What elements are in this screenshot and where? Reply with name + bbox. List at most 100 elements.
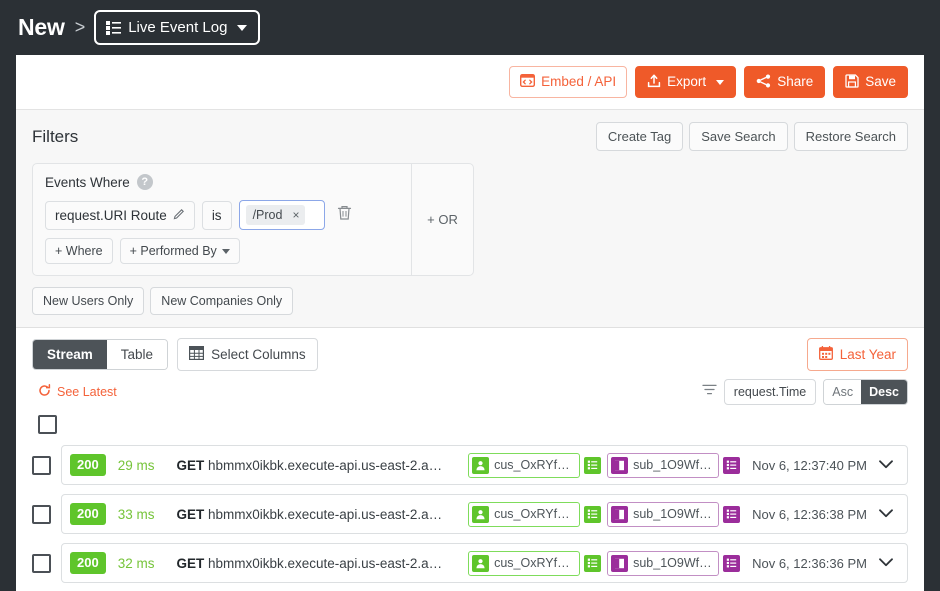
person-icon	[472, 505, 490, 523]
sort-field-select[interactable]: request.Time	[723, 379, 817, 405]
trash-icon[interactable]	[337, 205, 352, 226]
date-range-label: Last Year	[839, 347, 896, 362]
subscription-detail-icon[interactable]	[723, 554, 741, 572]
filters-header: Filters Create Tag Save Search Restore S…	[32, 122, 908, 151]
add-or-group-button[interactable]: + OR	[411, 164, 473, 275]
event-timestamp: Nov 6, 12:36:38 PM	[752, 506, 867, 522]
user-badge-group[interactable]: cus_OxRYfgS…	[468, 550, 602, 576]
sort-filter-icon[interactable]	[702, 383, 717, 401]
user-detail-icon[interactable]	[584, 456, 602, 474]
sort-asc-button[interactable]: Asc	[824, 380, 862, 404]
filter-field-select[interactable]: request.URI Route	[45, 200, 195, 230]
url-text: hbmmx0ikbk.execute-api.us-east-2.a…	[208, 457, 443, 473]
sort-controls: request.Time Asc Desc	[702, 379, 908, 405]
close-icon[interactable]: ×	[292, 208, 299, 222]
subscription-badge-group[interactable]: sub_1O9Wf0…	[607, 452, 741, 478]
stream-toolbar-top: Stream Table Select Columns Last Year	[32, 338, 908, 371]
user-badge-group[interactable]: cus_OxRYfgS…	[468, 501, 602, 527]
create-tag-button[interactable]: Create Tag	[595, 122, 684, 151]
page-split-icon	[611, 554, 629, 572]
latency-value: 33 ms	[117, 506, 155, 522]
table-row: 200 33 ms GET hbmmx0ikbk.execute-api.us-…	[32, 494, 908, 534]
filter-operator-select[interactable]: is	[201, 200, 232, 230]
chevron-down-icon[interactable]	[867, 456, 901, 474]
breadcrumb-separator: >	[74, 17, 86, 37]
select-columns-label: Select Columns	[211, 347, 306, 362]
subscription-badge-group[interactable]: sub_1O9Wf0…	[607, 501, 741, 527]
user-detail-icon[interactable]	[584, 554, 602, 572]
page-split-icon	[611, 456, 629, 474]
action-toolbar: Embed / API Export Share Save	[16, 55, 924, 109]
date-range-button[interactable]: Last Year	[806, 338, 908, 371]
upload-box-icon	[647, 74, 661, 91]
event-rows-container: 200 29 ms GET hbmmx0ikbk.execute-api.us-…	[32, 445, 908, 591]
subscription-detail-icon[interactable]	[723, 505, 741, 523]
filters-header-buttons: Create Tag Save Search Restore Search	[595, 122, 908, 151]
stream-toolbar-second: See Latest request.Time Asc Desc	[32, 379, 908, 405]
table-row: 200 32 ms GET hbmmx0ikbk.execute-api.us-…	[32, 543, 908, 583]
restore-search-button[interactable]: Restore Search	[793, 122, 908, 151]
user-id-pill[interactable]: cus_OxRYfgS…	[468, 550, 581, 576]
question-mark-icon[interactable]: ?	[136, 174, 153, 190]
event-card[interactable]: 200 32 ms GET hbmmx0ikbk.execute-api.us-…	[61, 543, 908, 583]
embed-api-button[interactable]: Embed / API	[509, 66, 628, 98]
user-detail-icon[interactable]	[584, 505, 602, 523]
event-card[interactable]: 200 29 ms GET hbmmx0ikbk.execute-api.us-…	[61, 445, 908, 485]
user-id-text: cus_OxRYfgS…	[494, 507, 573, 521]
events-where-box: Events Where ? request.URI Route is /Pro…	[32, 163, 474, 276]
filters-title: Filters	[32, 126, 79, 146]
save-search-button[interactable]: Save Search	[689, 122, 788, 151]
latency-value: 29 ms	[117, 457, 155, 473]
list-detail-icon	[106, 20, 122, 35]
see-latest-button[interactable]: See Latest	[38, 384, 117, 400]
share-button[interactable]: Share	[744, 65, 826, 99]
save-button[interactable]: Save	[833, 65, 908, 99]
request-url: GET hbmmx0ikbk.execute-api.us-east-2.a…	[176, 458, 462, 473]
table-row: 200 29 ms GET hbmmx0ikbk.execute-api.us-…	[32, 445, 908, 485]
share-nodes-icon	[756, 74, 771, 91]
row-select-checkbox[interactable]	[32, 553, 51, 573]
pencil-icon[interactable]	[173, 208, 185, 223]
export-button[interactable]: Export	[635, 65, 737, 99]
status-badge: 200	[70, 551, 106, 575]
new-users-only-toggle[interactable]: New Users Only	[32, 287, 145, 315]
select-all-checkbox[interactable]	[38, 415, 57, 434]
chevron-down-icon[interactable]	[867, 554, 901, 572]
user-badge-group[interactable]: cus_OxRYfgS…	[468, 452, 602, 478]
tab-stream[interactable]: Stream	[33, 340, 107, 369]
subscription-id-pill[interactable]: sub_1O9Wf0…	[607, 501, 720, 527]
subscription-badge-group[interactable]: sub_1O9Wf0…	[607, 550, 741, 576]
subscription-id-pill[interactable]: sub_1O9Wf0…	[607, 550, 720, 576]
event-timestamp: Nov 6, 12:37:40 PM	[752, 457, 867, 473]
embed-api-label: Embed / API	[541, 74, 617, 90]
chevron-down-icon	[716, 79, 725, 85]
subscription-id-pill[interactable]: sub_1O9Wf0…	[607, 452, 720, 478]
filter-field-label: request.URI Route	[55, 207, 167, 223]
row-select-checkbox[interactable]	[32, 504, 51, 524]
url-text: hbmmx0ikbk.execute-api.us-east-2.a…	[208, 506, 443, 522]
breadcrumb-current-dropdown[interactable]: Live Event Log	[94, 10, 261, 45]
content-panel: Embed / API Export Share Save Filters Cr…	[16, 55, 924, 591]
chevron-down-icon[interactable]	[867, 505, 901, 523]
user-id-pill[interactable]: cus_OxRYfgS…	[468, 452, 581, 478]
stream-toolbar-left: Stream Table Select Columns	[32, 338, 318, 371]
select-columns-button[interactable]: Select Columns	[177, 338, 318, 371]
select-all-row	[32, 405, 908, 445]
performed-by-button[interactable]: + Performed By	[119, 238, 240, 264]
user-id-pill[interactable]: cus_OxRYfgS…	[468, 501, 581, 527]
sort-desc-button[interactable]: Desc	[861, 380, 907, 404]
tab-table[interactable]: Table	[106, 340, 168, 369]
breadcrumb-root[interactable]: New	[18, 14, 65, 41]
performed-by-label: + Performed By	[129, 244, 217, 258]
event-card[interactable]: 200 33 ms GET hbmmx0ikbk.execute-api.us-…	[61, 494, 908, 534]
filter-value-input[interactable]: /Prod ×	[238, 200, 325, 230]
new-companies-only-toggle[interactable]: New Companies Only	[150, 287, 294, 315]
user-id-text: cus_OxRYfgS…	[494, 458, 573, 472]
subscription-detail-icon[interactable]	[723, 456, 741, 474]
breadcrumb-current-label: Live Event Log	[128, 19, 228, 36]
row-select-checkbox[interactable]	[32, 455, 51, 475]
floppy-disk-icon	[845, 74, 859, 91]
add-where-button[interactable]: + Where	[45, 238, 113, 264]
latency-value: 32 ms	[117, 555, 155, 571]
http-method: GET	[176, 457, 205, 473]
